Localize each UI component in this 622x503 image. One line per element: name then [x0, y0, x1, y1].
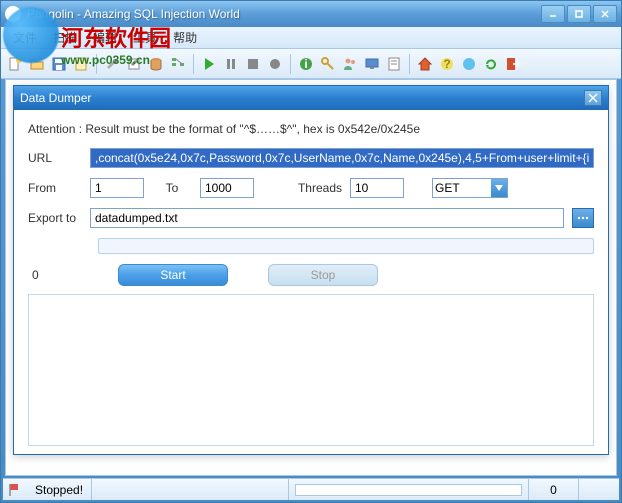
separator	[409, 54, 410, 74]
menu-tools[interactable]: 工具	[125, 26, 165, 49]
status-progress	[289, 479, 529, 500]
svg-text:i: i	[304, 57, 307, 71]
svg-text:?: ?	[443, 57, 450, 71]
to-label: To	[152, 181, 192, 195]
window-title: Pangolin - Amazing SQL Injection World	[27, 7, 541, 21]
help-icon[interactable]: ?	[437, 54, 457, 74]
toolbar: i ?	[1, 49, 621, 79]
from-input[interactable]	[90, 178, 144, 198]
dialog-close-button[interactable]	[584, 90, 602, 106]
play-icon[interactable]	[199, 54, 219, 74]
config-icon[interactable]	[102, 54, 122, 74]
status-text: Stopped!	[27, 479, 92, 500]
pause-icon[interactable]	[221, 54, 241, 74]
status-count: 0	[529, 479, 579, 500]
info-icon[interactable]: i	[296, 54, 316, 74]
statusbar: Stopped! 0	[3, 478, 619, 500]
tools-icon[interactable]	[124, 54, 144, 74]
new-doc-icon[interactable]	[5, 54, 25, 74]
menu-scan[interactable]: 扫描	[45, 26, 85, 49]
start-button[interactable]: Start	[118, 264, 228, 286]
from-label: From	[28, 181, 82, 195]
save-icon[interactable]	[49, 54, 69, 74]
maximize-button[interactable]	[567, 5, 591, 23]
about-icon[interactable]	[459, 54, 479, 74]
browse-button[interactable]	[572, 208, 594, 228]
status-flag-icon	[7, 482, 23, 498]
menubar: 文件 扫描 编辑 工具 帮助	[1, 27, 621, 49]
output-textarea[interactable]	[28, 294, 594, 446]
threads-input[interactable]	[350, 178, 404, 198]
url-label: URL	[28, 151, 82, 165]
stop-button: Stop	[268, 264, 378, 286]
method-select[interactable]: GET	[432, 178, 508, 198]
dialog-title: Data Dumper	[20, 91, 584, 105]
menu-edit[interactable]: 编辑	[85, 26, 125, 49]
separator	[290, 54, 291, 74]
users-icon[interactable]	[340, 54, 360, 74]
separator	[193, 54, 194, 74]
exit-icon[interactable]	[503, 54, 523, 74]
export-input[interactable]	[90, 208, 564, 228]
stop-icon[interactable]	[243, 54, 263, 74]
data-dumper-dialog: Data Dumper Attention : Result must be t…	[13, 85, 609, 455]
result-count: 0	[28, 268, 78, 282]
note-icon[interactable]	[384, 54, 404, 74]
app-icon	[5, 6, 21, 22]
url-input[interactable]	[90, 148, 594, 168]
progress-bar	[98, 238, 594, 254]
open-icon[interactable]	[27, 54, 47, 74]
dialog-titlebar: Data Dumper	[14, 86, 608, 110]
tree-icon[interactable]	[168, 54, 188, 74]
status-gap	[92, 479, 289, 500]
export-label: Export to	[28, 211, 82, 225]
to-input[interactable]	[200, 178, 254, 198]
refresh-icon[interactable]	[481, 54, 501, 74]
key-icon[interactable]	[318, 54, 338, 74]
close-button[interactable]	[593, 5, 617, 23]
doc-icon[interactable]	[71, 54, 91, 74]
menu-file[interactable]: 文件	[5, 26, 45, 49]
main-window: Pangolin - Amazing SQL Injection World 河…	[0, 0, 622, 503]
minimize-button[interactable]	[541, 5, 565, 23]
home-icon[interactable]	[415, 54, 435, 74]
monitor-icon[interactable]	[362, 54, 382, 74]
separator	[96, 54, 97, 74]
attention-text: Attention : Result must be the format of…	[28, 122, 594, 136]
record-icon[interactable]	[265, 54, 285, 74]
titlebar: Pangolin - Amazing SQL Injection World	[1, 1, 621, 27]
menu-help[interactable]: 帮助	[165, 26, 205, 49]
threads-label: Threads	[282, 181, 342, 195]
database-icon[interactable]	[146, 54, 166, 74]
